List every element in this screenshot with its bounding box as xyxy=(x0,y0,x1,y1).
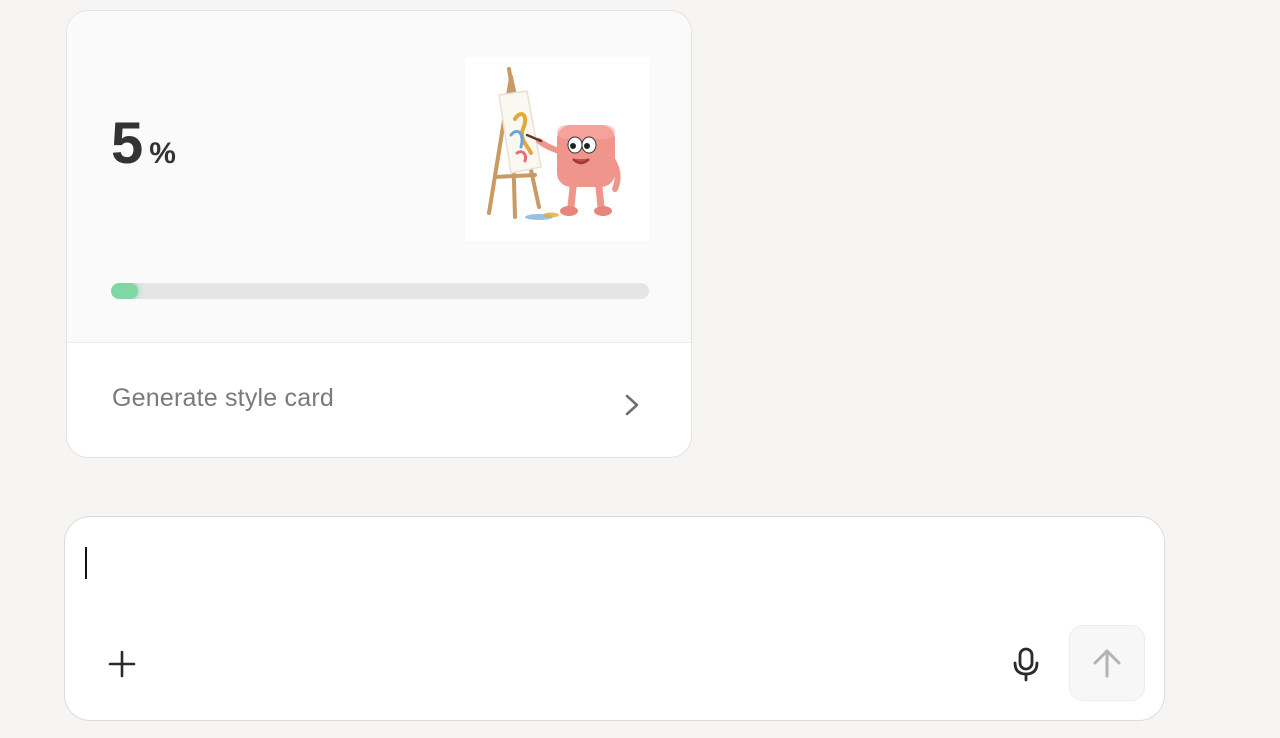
painting-mascot-illustration xyxy=(465,57,649,241)
progress-panel: 5 % xyxy=(67,11,691,343)
progress-bar-track xyxy=(111,283,649,299)
send-button[interactable] xyxy=(1069,625,1145,701)
attach-button[interactable] xyxy=(101,643,143,685)
progress-percent-value: 5 xyxy=(111,111,144,176)
generate-style-card-button[interactable]: Generate style card xyxy=(67,344,691,457)
generation-progress-card: 5 % Generate style card xyxy=(66,10,692,458)
progress-bar-fill xyxy=(111,283,138,299)
message-composer xyxy=(64,516,1165,721)
progress-percentage: 5 % xyxy=(111,115,176,173)
text-caret xyxy=(85,547,87,579)
arrow-up-icon xyxy=(1093,649,1121,678)
message-input[interactable] xyxy=(83,543,1143,583)
voice-input-button[interactable] xyxy=(1005,643,1047,685)
progress-percent-sign: % xyxy=(149,137,176,170)
chevron-right-icon xyxy=(625,394,639,416)
microphone-icon xyxy=(1013,647,1039,682)
generate-style-card-label: Generate style card xyxy=(112,384,334,412)
plus-icon xyxy=(108,650,136,678)
